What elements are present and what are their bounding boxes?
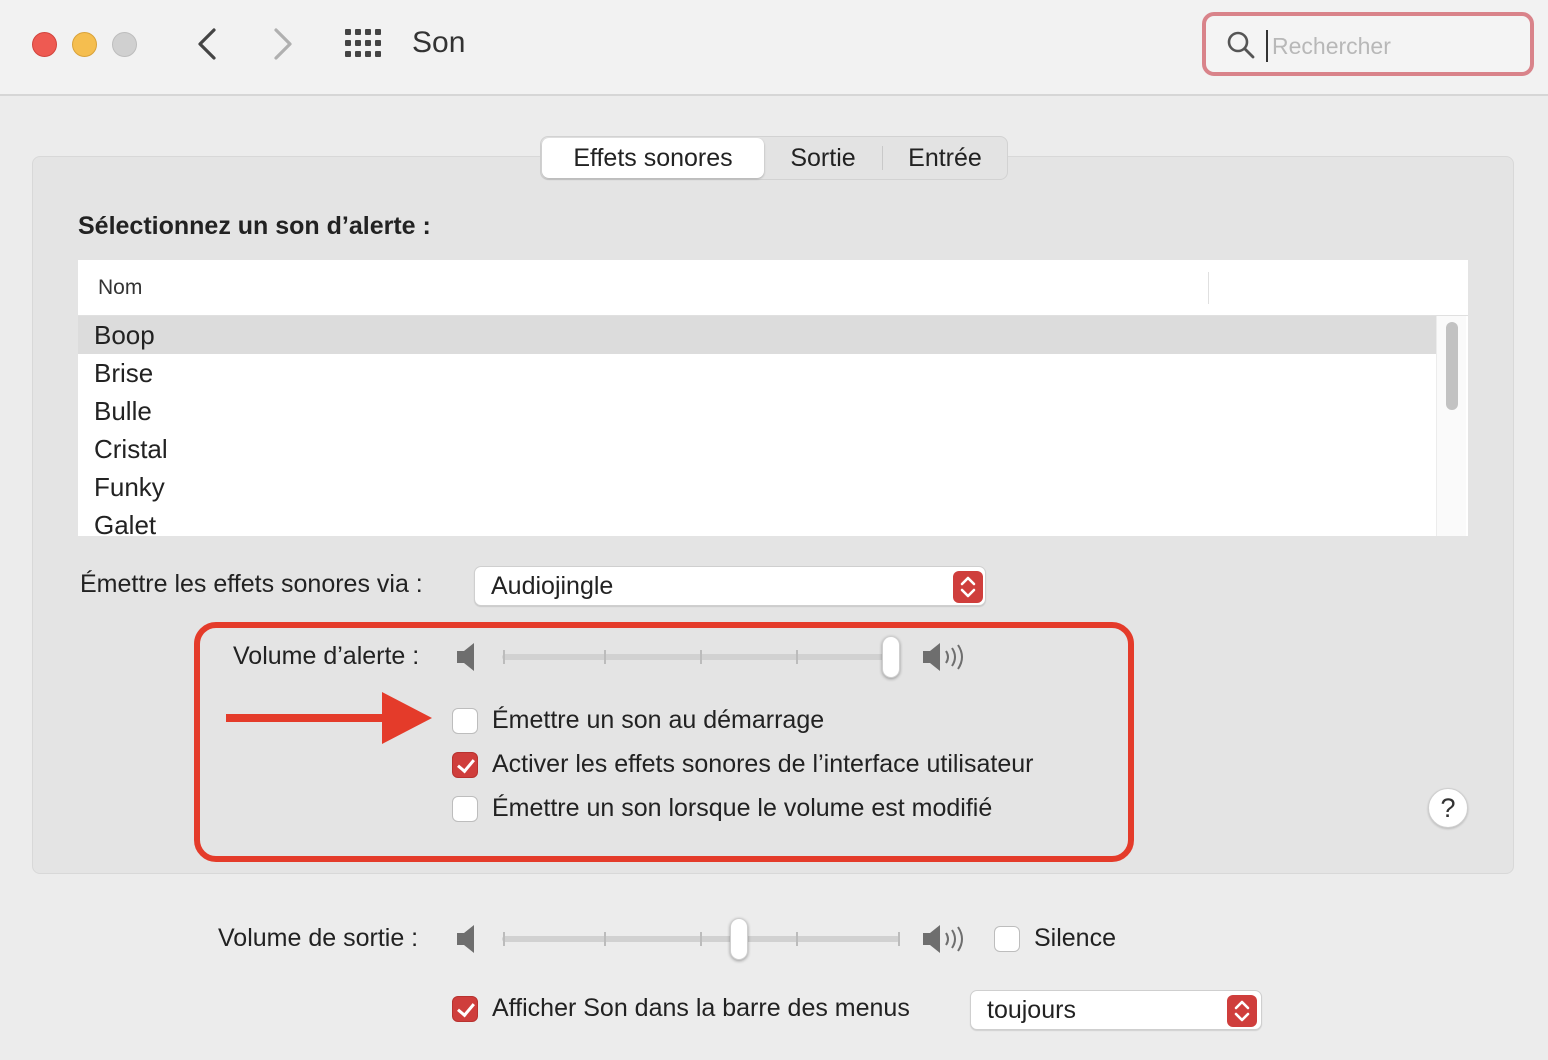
vertical-scrollbar[interactable] <box>1436 316 1466 536</box>
close-icon[interactable] <box>32 32 57 57</box>
alert-sound-heading: Sélectionnez un son d’alerte : <box>78 212 431 240</box>
slider-tick <box>700 932 702 946</box>
window-title: Son <box>412 26 466 59</box>
alert-volume-label: Volume d’alerte : <box>233 642 420 670</box>
output-volume-knob[interactable] <box>730 918 748 960</box>
show-all-button[interactable] <box>344 28 384 60</box>
forward-button[interactable] <box>262 22 302 66</box>
slider-tick <box>796 650 798 664</box>
title-bar: Son <box>0 0 1548 96</box>
table-row[interactable]: Brise <box>78 354 1436 392</box>
tab-bar: Effets sonores Sortie Entrée <box>540 136 1008 180</box>
scroll-thumb[interactable] <box>1446 322 1458 410</box>
output-device-label: Émettre les effets sonores via : <box>80 570 423 598</box>
slider-tick <box>898 932 900 946</box>
speaker-high-icon <box>923 925 963 953</box>
output-volume-label: Volume de sortie : <box>218 924 419 952</box>
search-icon <box>1227 31 1255 59</box>
alert-sound-table: Nom Boop Brise Bulle Cristal Funky Galet <box>78 260 1468 536</box>
arrow-icon <box>226 692 432 744</box>
chevron-right-icon <box>274 28 292 60</box>
table-header: Nom <box>78 260 1468 316</box>
alert-volume-knob[interactable] <box>882 636 900 678</box>
mute-option[interactable]: Silence <box>994 924 1116 953</box>
column-divider <box>1208 272 1209 304</box>
slider-tick <box>604 650 606 664</box>
back-button[interactable] <box>188 22 228 66</box>
search-field[interactable] <box>1202 12 1534 76</box>
speaker-low-icon <box>457 925 474 953</box>
volume-feedback-label: Émettre un son lorsque le volume est mod… <box>492 794 993 822</box>
menu-bar-popup-value: toujours <box>987 996 1076 1024</box>
menu-bar-popup[interactable]: toujours <box>970 990 1262 1030</box>
table-row[interactable]: Bulle <box>78 392 1436 430</box>
volume-feedback-option[interactable]: Émettre un son lorsque le volume est mod… <box>452 794 992 823</box>
tab-input[interactable]: Entrée <box>883 138 1007 178</box>
speaker-high-icon <box>923 643 963 671</box>
menu-bar-option[interactable]: Afficher Son dans la barre des menus <box>452 994 910 1023</box>
table-row[interactable]: Boop <box>78 316 1436 354</box>
output-device-popup[interactable]: Audiojingle <box>474 566 986 606</box>
volume-feedback-checkbox[interactable] <box>452 795 478 822</box>
menu-bar-checkbox[interactable] <box>452 995 478 1022</box>
slider-tick <box>604 932 606 946</box>
startup-sound-option[interactable]: Émettre un son au démarrage <box>452 706 824 735</box>
slider-tick <box>700 650 702 664</box>
output-device-value: Audiojingle <box>491 572 614 600</box>
grid-icon <box>345 29 381 57</box>
ui-sound-effects-label: Activer les effets sonores de l’interfac… <box>492 750 1034 778</box>
minimize-icon[interactable] <box>72 32 97 57</box>
table-row[interactable]: Galet <box>78 506 1436 536</box>
help-button[interactable]: ? <box>1428 788 1468 828</box>
tab-sound-effects[interactable]: Effets sonores <box>542 138 764 178</box>
tab-output[interactable]: Sortie <box>764 138 882 178</box>
startup-sound-label: Émettre un son au démarrage <box>492 706 825 734</box>
startup-sound-checkbox[interactable] <box>452 707 478 734</box>
ui-sound-effects-checkbox[interactable] <box>452 751 478 778</box>
menu-bar-label: Afficher Son dans la barre des menus <box>492 994 910 1022</box>
slider-tick <box>503 932 505 946</box>
table-row[interactable]: Funky <box>78 468 1436 506</box>
ui-sound-effects-option[interactable]: Activer les effets sonores de l’interfac… <box>452 750 1033 779</box>
mute-label: Silence <box>1034 924 1116 952</box>
zoom-icon[interactable] <box>112 32 137 57</box>
speaker-low-icon <box>457 643 474 671</box>
up-down-arrows-icon <box>1227 995 1257 1027</box>
slider-tick <box>796 932 798 946</box>
search-input[interactable] <box>1266 30 1516 62</box>
up-down-arrows-icon <box>953 571 983 603</box>
column-header-name[interactable]: Nom <box>98 276 142 300</box>
mute-checkbox[interactable] <box>994 925 1020 952</box>
chevron-left-icon <box>198 28 216 60</box>
table-row[interactable]: Cristal <box>78 430 1436 468</box>
slider-tick <box>503 650 505 664</box>
table-rows: Boop Brise Bulle Cristal Funky Galet <box>78 316 1436 536</box>
